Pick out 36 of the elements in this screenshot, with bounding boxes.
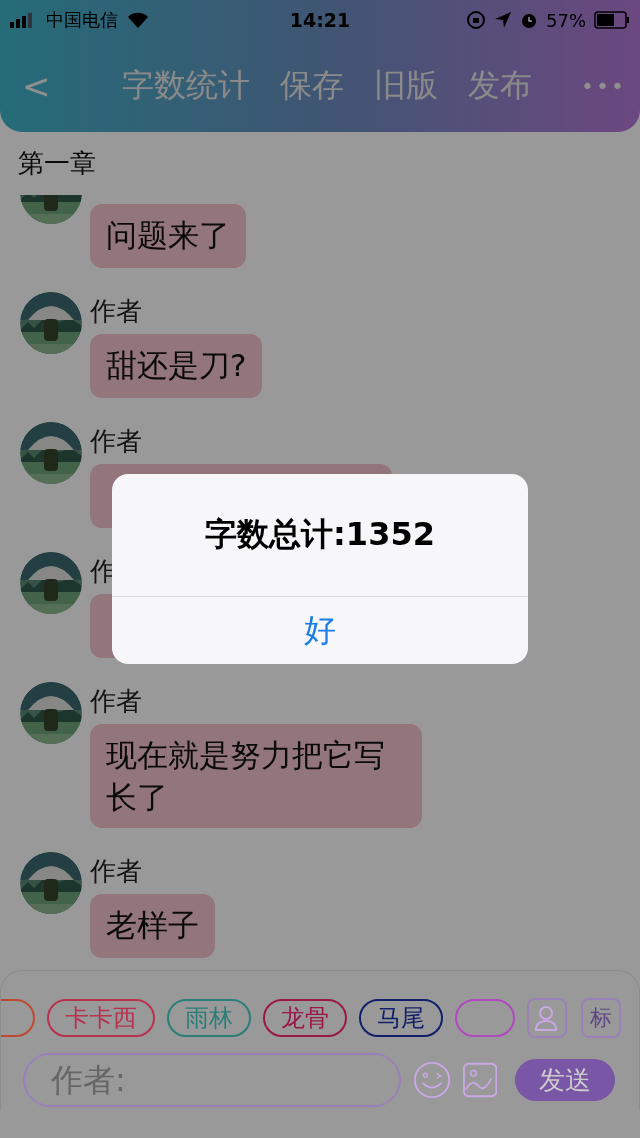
alert-message: 字数总计:1352	[205, 514, 435, 555]
toolbar-button[interactable]: 发布	[468, 64, 532, 108]
author-name: 作者	[90, 855, 143, 888]
image-icon[interactable]	[463, 1062, 498, 1098]
tag-chip[interactable]: 雨林	[167, 999, 251, 1037]
contact-button[interactable]	[527, 998, 567, 1038]
clock-time: 14:21	[289, 9, 351, 31]
emoji-icon[interactable]	[413, 1060, 452, 1100]
alarm-icon	[520, 11, 538, 29]
mark-button[interactable]: 标	[581, 998, 621, 1038]
toolbar-button[interactable]: 保存	[280, 64, 344, 108]
message-bubble: 现在就是努力把它写长了	[90, 724, 422, 828]
person-icon	[534, 1004, 560, 1032]
location-icon	[494, 11, 512, 29]
toolbar-button[interactable]: 旧版	[374, 64, 438, 108]
chapter-title: 第一章	[18, 147, 96, 180]
message-bubble: 老样子	[90, 894, 215, 958]
tag-chip[interactable]: 龙骨	[263, 999, 347, 1037]
ok-button[interactable]: 好	[284, 604, 356, 657]
message-bubble: 甜还是刀?	[90, 334, 263, 398]
author-name: 作者	[90, 685, 143, 718]
back-button[interactable]: <	[22, 66, 102, 106]
rotation-lock-icon	[466, 10, 486, 30]
battery-icon	[594, 11, 630, 29]
toolbar-button[interactable]: 字数统计	[122, 64, 250, 108]
carrier-name: 中国电信	[46, 8, 118, 32]
more-button[interactable]: •••	[581, 73, 626, 99]
tag-chip[interactable]: 卡卡西	[47, 999, 155, 1037]
wifi-icon	[126, 11, 150, 29]
message-bubble: 问题来了	[90, 204, 246, 268]
tag-chip[interactable]: 马尾	[359, 999, 443, 1037]
tag-chip[interactable]	[455, 999, 515, 1037]
author-name: 作者	[90, 295, 143, 328]
send-button[interactable]: 发送	[515, 1059, 615, 1101]
author-name: 作者	[90, 425, 143, 458]
battery-percent: 57%	[546, 9, 586, 31]
